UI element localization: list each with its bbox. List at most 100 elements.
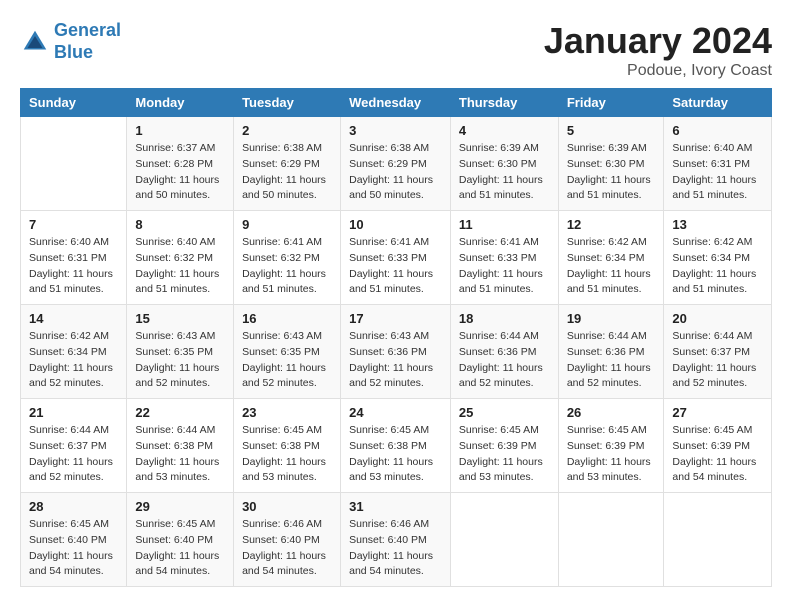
day-number: 11 bbox=[459, 217, 550, 232]
day-number: 15 bbox=[135, 311, 225, 326]
day-info: Sunrise: 6:44 AMSunset: 6:37 PMDaylight:… bbox=[29, 423, 118, 486]
day-info: Sunrise: 6:44 AMSunset: 6:36 PMDaylight:… bbox=[567, 329, 656, 392]
day-info: Sunrise: 6:41 AMSunset: 6:32 PMDaylight:… bbox=[242, 235, 332, 298]
calendar-cell: 7 Sunrise: 6:40 AMSunset: 6:31 PMDaylight… bbox=[21, 211, 127, 305]
header-friday: Friday bbox=[558, 89, 664, 117]
day-info: Sunrise: 6:45 AMSunset: 6:39 PMDaylight:… bbox=[567, 423, 656, 486]
day-info: Sunrise: 6:46 AMSunset: 6:40 PMDaylight:… bbox=[242, 517, 332, 580]
calendar-cell bbox=[21, 117, 127, 211]
day-info: Sunrise: 6:45 AMSunset: 6:39 PMDaylight:… bbox=[672, 423, 763, 486]
header-monday: Monday bbox=[127, 89, 234, 117]
calendar-cell: 20 Sunrise: 6:44 AMSunset: 6:37 PMDayligh… bbox=[664, 305, 772, 399]
day-number: 17 bbox=[349, 311, 442, 326]
calendar-cell: 18 Sunrise: 6:44 AMSunset: 6:36 PMDayligh… bbox=[450, 305, 558, 399]
logo-icon bbox=[20, 27, 50, 57]
calendar-cell: 25 Sunrise: 6:45 AMSunset: 6:39 PMDayligh… bbox=[450, 399, 558, 493]
day-number: 10 bbox=[349, 217, 442, 232]
calendar-cell: 17 Sunrise: 6:43 AMSunset: 6:36 PMDayligh… bbox=[341, 305, 451, 399]
day-info: Sunrise: 6:45 AMSunset: 6:38 PMDaylight:… bbox=[349, 423, 442, 486]
calendar-cell: 6 Sunrise: 6:40 AMSunset: 6:31 PMDaylight… bbox=[664, 117, 772, 211]
calendar-cell: 26Sunrise: 6:45 AMSunset: 6:39 PMDayligh… bbox=[558, 399, 664, 493]
day-number: 24 bbox=[349, 405, 442, 420]
header-tuesday: Tuesday bbox=[234, 89, 341, 117]
calendar-cell: 28Sunrise: 6:45 AMSunset: 6:40 PMDayligh… bbox=[21, 493, 127, 587]
day-number: 13 bbox=[672, 217, 763, 232]
calendar-table: SundayMondayTuesdayWednesdayThursdayFrid… bbox=[20, 88, 772, 587]
day-info: Sunrise: 6:38 AMSunset: 6:29 PMDaylight:… bbox=[242, 141, 332, 204]
calendar-cell: 22Sunrise: 6:44 AMSunset: 6:38 PMDayligh… bbox=[127, 399, 234, 493]
week-row-4: 21 Sunrise: 6:44 AMSunset: 6:37 PMDayligh… bbox=[21, 399, 772, 493]
day-info: Sunrise: 6:43 AMSunset: 6:35 PMDaylight:… bbox=[242, 329, 332, 392]
day-info: Sunrise: 6:40 AMSunset: 6:32 PMDaylight:… bbox=[135, 235, 225, 298]
calendar-header-row: SundayMondayTuesdayWednesdayThursdayFrid… bbox=[21, 89, 772, 117]
day-info: Sunrise: 6:45 AMSunset: 6:40 PMDaylight:… bbox=[135, 517, 225, 580]
header-wednesday: Wednesday bbox=[341, 89, 451, 117]
day-info: Sunrise: 6:42 AMSunset: 6:34 PMDaylight:… bbox=[672, 235, 763, 298]
day-info: Sunrise: 6:39 AMSunset: 6:30 PMDaylight:… bbox=[459, 141, 550, 204]
day-number: 27 bbox=[672, 405, 763, 420]
logo-line2: Blue bbox=[54, 42, 93, 62]
page-subtitle: Podoue, Ivory Coast bbox=[544, 62, 772, 80]
day-number: 2 bbox=[242, 123, 332, 138]
day-info: Sunrise: 6:46 AMSunset: 6:40 PMDaylight:… bbox=[349, 517, 442, 580]
calendar-cell: 5 Sunrise: 6:39 AMSunset: 6:30 PMDaylight… bbox=[558, 117, 664, 211]
calendar-cell: 15Sunrise: 6:43 AMSunset: 6:35 PMDayligh… bbox=[127, 305, 234, 399]
week-row-3: 14 Sunrise: 6:42 AMSunset: 6:34 PMDayligh… bbox=[21, 305, 772, 399]
day-info: Sunrise: 6:45 AMSunset: 6:38 PMDaylight:… bbox=[242, 423, 332, 486]
day-number: 6 bbox=[672, 123, 763, 138]
calendar-cell: 10Sunrise: 6:41 AMSunset: 6:33 PMDayligh… bbox=[341, 211, 451, 305]
calendar-cell bbox=[664, 493, 772, 587]
day-info: Sunrise: 6:39 AMSunset: 6:30 PMDaylight:… bbox=[567, 141, 656, 204]
page-title: January 2024 bbox=[544, 20, 772, 62]
day-info: Sunrise: 6:38 AMSunset: 6:29 PMDaylight:… bbox=[349, 141, 442, 204]
calendar-cell: 8 Sunrise: 6:40 AMSunset: 6:32 PMDaylight… bbox=[127, 211, 234, 305]
logo-line1: General bbox=[54, 20, 121, 40]
calendar-cell: 31 Sunrise: 6:46 AMSunset: 6:40 PMDayligh… bbox=[341, 493, 451, 587]
day-info: Sunrise: 6:45 AMSunset: 6:39 PMDaylight:… bbox=[459, 423, 550, 486]
day-info: Sunrise: 6:37 AMSunset: 6:28 PMDaylight:… bbox=[135, 141, 225, 204]
day-info: Sunrise: 6:44 AMSunset: 6:38 PMDaylight:… bbox=[135, 423, 225, 486]
day-number: 21 bbox=[29, 405, 118, 420]
logo-text: General Blue bbox=[54, 20, 121, 63]
calendar-cell bbox=[558, 493, 664, 587]
calendar-cell bbox=[450, 493, 558, 587]
day-number: 3 bbox=[349, 123, 442, 138]
day-number: 5 bbox=[567, 123, 656, 138]
day-number: 4 bbox=[459, 123, 550, 138]
logo: General Blue bbox=[20, 20, 121, 63]
day-info: Sunrise: 6:42 AMSunset: 6:34 PMDaylight:… bbox=[29, 329, 118, 392]
day-info: Sunrise: 6:44 AMSunset: 6:37 PMDaylight:… bbox=[672, 329, 763, 392]
calendar-cell: 21 Sunrise: 6:44 AMSunset: 6:37 PMDayligh… bbox=[21, 399, 127, 493]
day-info: Sunrise: 6:40 AMSunset: 6:31 PMDaylight:… bbox=[672, 141, 763, 204]
calendar-cell: 30Sunrise: 6:46 AMSunset: 6:40 PMDayligh… bbox=[234, 493, 341, 587]
day-number: 19 bbox=[567, 311, 656, 326]
calendar-cell: 3 Sunrise: 6:38 AMSunset: 6:29 PMDaylight… bbox=[341, 117, 451, 211]
day-info: Sunrise: 6:44 AMSunset: 6:36 PMDaylight:… bbox=[459, 329, 550, 392]
header-saturday: Saturday bbox=[664, 89, 772, 117]
day-number: 31 bbox=[349, 499, 442, 514]
day-info: Sunrise: 6:40 AMSunset: 6:31 PMDaylight:… bbox=[29, 235, 118, 298]
day-number: 1 bbox=[135, 123, 225, 138]
day-number: 12 bbox=[567, 217, 656, 232]
calendar-cell: 11Sunrise: 6:41 AMSunset: 6:33 PMDayligh… bbox=[450, 211, 558, 305]
calendar-cell: 12 Sunrise: 6:42 AMSunset: 6:34 PMDayligh… bbox=[558, 211, 664, 305]
day-number: 28 bbox=[29, 499, 118, 514]
calendar-cell: 24 Sunrise: 6:45 AMSunset: 6:38 PMDayligh… bbox=[341, 399, 451, 493]
day-number: 25 bbox=[459, 405, 550, 420]
week-row-1: 1 Sunrise: 6:37 AMSunset: 6:28 PMDaylight… bbox=[21, 117, 772, 211]
calendar-cell: 2 Sunrise: 6:38 AMSunset: 6:29 PMDaylight… bbox=[234, 117, 341, 211]
day-number: 18 bbox=[459, 311, 550, 326]
day-number: 7 bbox=[29, 217, 118, 232]
calendar-cell: 14 Sunrise: 6:42 AMSunset: 6:34 PMDayligh… bbox=[21, 305, 127, 399]
day-info: Sunrise: 6:42 AMSunset: 6:34 PMDaylight:… bbox=[567, 235, 656, 298]
calendar-cell: 4 Sunrise: 6:39 AMSunset: 6:30 PMDaylight… bbox=[450, 117, 558, 211]
page-header: General Blue January 2024 Podoue, Ivory … bbox=[20, 20, 772, 80]
header-thursday: Thursday bbox=[450, 89, 558, 117]
day-number: 20 bbox=[672, 311, 763, 326]
day-number: 8 bbox=[135, 217, 225, 232]
day-number: 16 bbox=[242, 311, 332, 326]
calendar-cell: 9Sunrise: 6:41 AMSunset: 6:32 PMDaylight… bbox=[234, 211, 341, 305]
header-sunday: Sunday bbox=[21, 89, 127, 117]
day-number: 14 bbox=[29, 311, 118, 326]
day-info: Sunrise: 6:43 AMSunset: 6:36 PMDaylight:… bbox=[349, 329, 442, 392]
